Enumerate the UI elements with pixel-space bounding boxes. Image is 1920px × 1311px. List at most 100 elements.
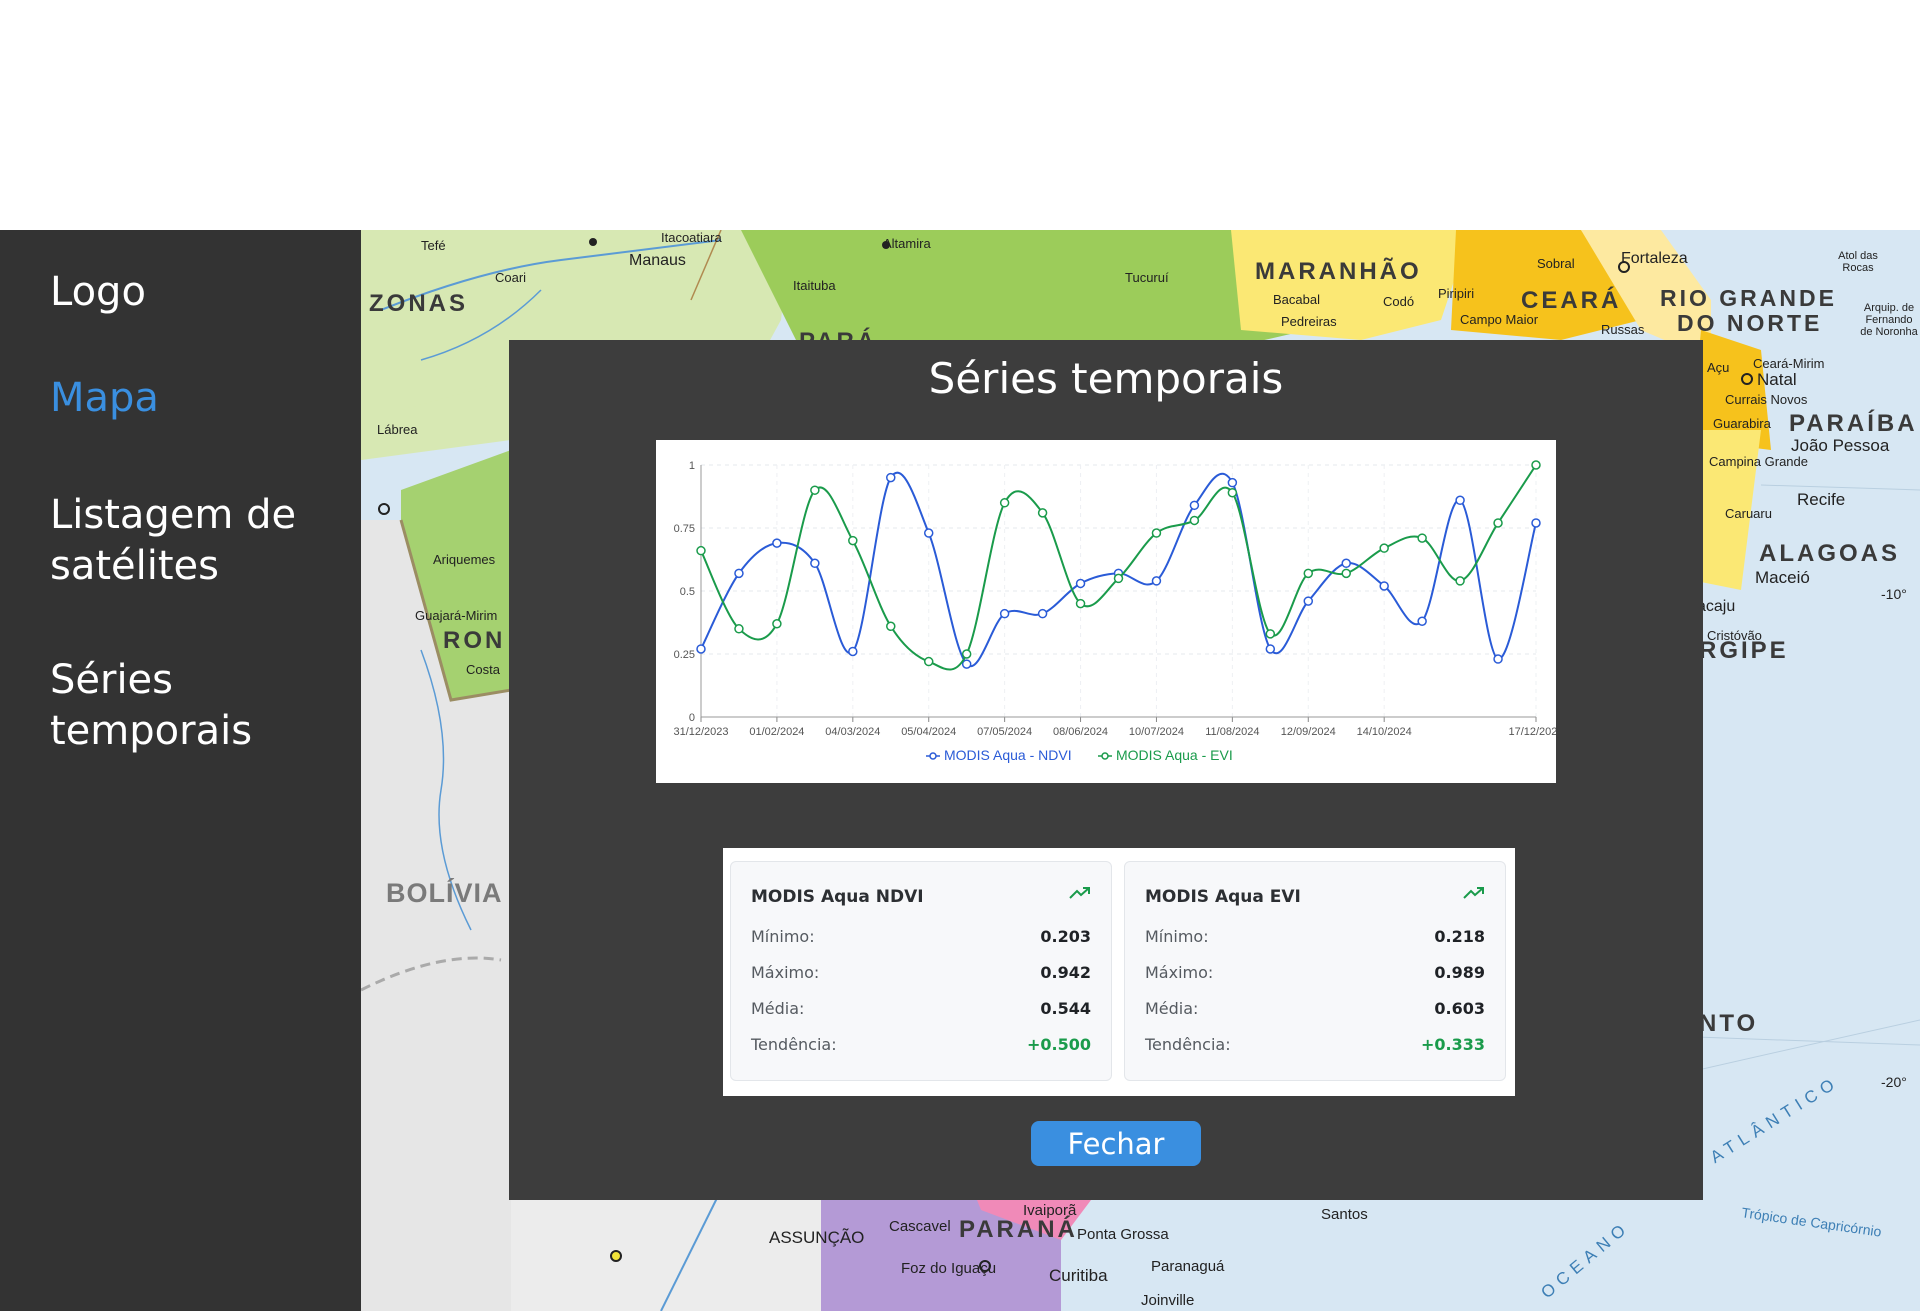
stats-card-ndvi: MODIS Aqua NDVI Mínimo: 0.203 Máximo: 0.… [730, 861, 1112, 1081]
stat-row-min: Mínimo: 0.203 [751, 927, 1091, 951]
map-label-noronha: Arquip. de Fernando de Noronha [1860, 302, 1918, 338]
series-line-evi [700, 464, 1537, 671]
map-label-itaituba: Itaituba [793, 278, 836, 293]
map-label-guajara: Guajará-Mirim [415, 608, 498, 623]
map-label-santos: Santos [1321, 1206, 1368, 1223]
legend-label: MODIS Aqua - NDVI [944, 747, 1072, 763]
map-label-acu: Açu [1707, 360, 1730, 375]
trending-up-icon [1463, 887, 1484, 899]
data-point-ndvi [1037, 608, 1048, 619]
sidebar: Logo Mapa Listagem de satélites Séries t… [0, 230, 361, 1311]
map-label-cristovao: Cristóvão [1707, 628, 1762, 643]
data-point-evi [1303, 568, 1314, 579]
data-point-ndvi [1493, 654, 1503, 664]
stat-value-min: 0.203 [1040, 927, 1091, 946]
stats-card-title: MODIS Aqua EVI [1145, 887, 1301, 907]
map-label-lat-20: -20° [1881, 1074, 1907, 1090]
stat-label-min: Mínimo: [751, 927, 815, 946]
map-label-guarabira: Guarabira [1713, 416, 1771, 431]
sidebar-item-logo[interactable]: Logo [50, 267, 146, 318]
x-tick-label: 07/05/2024 [977, 726, 1032, 738]
stats-card-evi: MODIS Aqua EVI Mínimo: 0.218 Máximo: 0.9… [1124, 861, 1506, 1081]
stats-panel: MODIS Aqua NDVI Mínimo: 0.203 Máximo: 0.… [723, 848, 1515, 1096]
stat-value-max: 0.942 [1040, 963, 1091, 982]
map-label-natal: Natal [1757, 370, 1797, 389]
data-point-evi [696, 545, 706, 556]
x-tick-label: 17/12/2024 [1508, 726, 1556, 738]
map-label-sobral: Sobral [1537, 256, 1575, 271]
data-point-evi [1455, 576, 1465, 586]
map-label-maceio: Maceió [1755, 568, 1810, 587]
map-label-joinville: Joinville [1141, 1292, 1195, 1309]
map-label-codo: Codó [1383, 294, 1415, 309]
map-label-foz: Foz do Iguaçu [901, 1260, 997, 1277]
map-label-paranagua: Paranaguá [1151, 1258, 1225, 1275]
legend-marker [929, 752, 937, 760]
y-tick-label: 0.25 [674, 649, 695, 661]
data-point-evi [999, 498, 1010, 508]
map-label-curitiba: Curitiba [1049, 1266, 1108, 1285]
data-point-ndvi [1379, 581, 1389, 591]
map-label-bolivia: BOLÍVIA [386, 878, 503, 908]
modal-title: Séries temporais [928, 354, 1284, 403]
map-label-recife: Recife [1797, 490, 1846, 509]
stat-label-trend: Tendência: [1145, 1035, 1231, 1054]
map-label-cascavel: Cascavel [889, 1218, 951, 1235]
stat-value-min: 0.218 [1434, 927, 1485, 946]
time-series-modal: Séries temporais 0 0.25 0.5 0.75 1 31/12/2023… [509, 340, 1703, 1200]
data-point-ndvi [772, 538, 782, 548]
data-point-ndvi [1531, 518, 1541, 528]
data-point-evi [1417, 533, 1427, 543]
data-point-ndvi [1417, 616, 1427, 626]
data-point-evi [1341, 568, 1351, 579]
data-point-evi [1227, 487, 1238, 498]
trending-up-icon [1069, 887, 1090, 899]
map-label-espirito-santo: NTO [1699, 1010, 1759, 1037]
x-tick-label: 31/12/2023 [673, 726, 728, 738]
data-point-ndvi [1455, 495, 1465, 506]
data-point-ndvi [886, 472, 896, 483]
data-point-ndvi [1189, 500, 1200, 511]
stats-card-title: MODIS Aqua NDVI [751, 887, 924, 907]
legend-label: MODIS Aqua - EVI [1116, 747, 1233, 763]
x-tick-label: 10/07/2024 [1129, 726, 1184, 738]
stat-label-min: Mínimo: [1145, 927, 1209, 946]
sidebar-item-mapa[interactable]: Mapa [50, 373, 159, 424]
map-label-alagoas: ALAGOAS [1759, 540, 1900, 567]
data-point-ndvi [810, 558, 820, 569]
x-tick-label: 04/03/2024 [825, 726, 880, 738]
map-label-ceara: CEARÁ [1521, 287, 1622, 314]
sidebar-item-series-temporais[interactable]: Séries temporais [50, 655, 320, 757]
stat-value-trend: +0.333 [1420, 1035, 1485, 1054]
stat-row-max: Máximo: 0.989 [1145, 963, 1485, 987]
y-tick-label: 0.75 [674, 523, 695, 535]
data-point-evi [886, 621, 896, 632]
map-label-manaus: Manaus [629, 252, 686, 269]
map-label-assuncao: ASSUNÇÃO [769, 1228, 865, 1247]
stat-row-min: Mínimo: 0.218 [1145, 927, 1485, 951]
x-tick-label: 11/08/2024 [1205, 726, 1259, 738]
data-point-evi [1037, 508, 1048, 518]
map-label-campina-grande: Campina Grande [1709, 454, 1808, 469]
stat-row-mean: Média: 0.544 [751, 999, 1091, 1023]
x-tick-label: 12/09/2024 [1281, 726, 1336, 738]
map-label-ariquemes: Ariquemes [433, 552, 496, 567]
stat-label-max: Máximo: [751, 963, 820, 982]
map-label-ivaipora: Ivaiporã [1023, 1202, 1077, 1219]
map-label-bacabal: Bacabal [1273, 292, 1320, 307]
data-point-ndvi [1151, 576, 1162, 586]
data-point-evi [772, 619, 782, 629]
map-label-tefe: Tefé [421, 238, 446, 253]
stat-row-mean: Média: 0.603 [1145, 999, 1485, 1023]
map-label-amazonas: ZONAS [369, 290, 468, 317]
map-label-altamira: Altamira [883, 236, 931, 251]
sidebar-item-listagem-satelites[interactable]: Listagem de satélites [50, 490, 320, 592]
data-point-ndvi [734, 568, 744, 579]
stat-label-mean: Média: [1145, 999, 1199, 1018]
map-label-currais-novos: Currais Novos [1725, 392, 1808, 407]
data-point-ndvi [696, 644, 706, 654]
chart-panel: 0 0.25 0.5 0.75 1 31/12/2023 01/02/2024 04/03/2… [656, 440, 1564, 783]
close-button[interactable]: Fechar [1031, 1121, 1201, 1166]
data-point-ndvi [1075, 578, 1086, 589]
data-point-ndvi [848, 646, 858, 657]
